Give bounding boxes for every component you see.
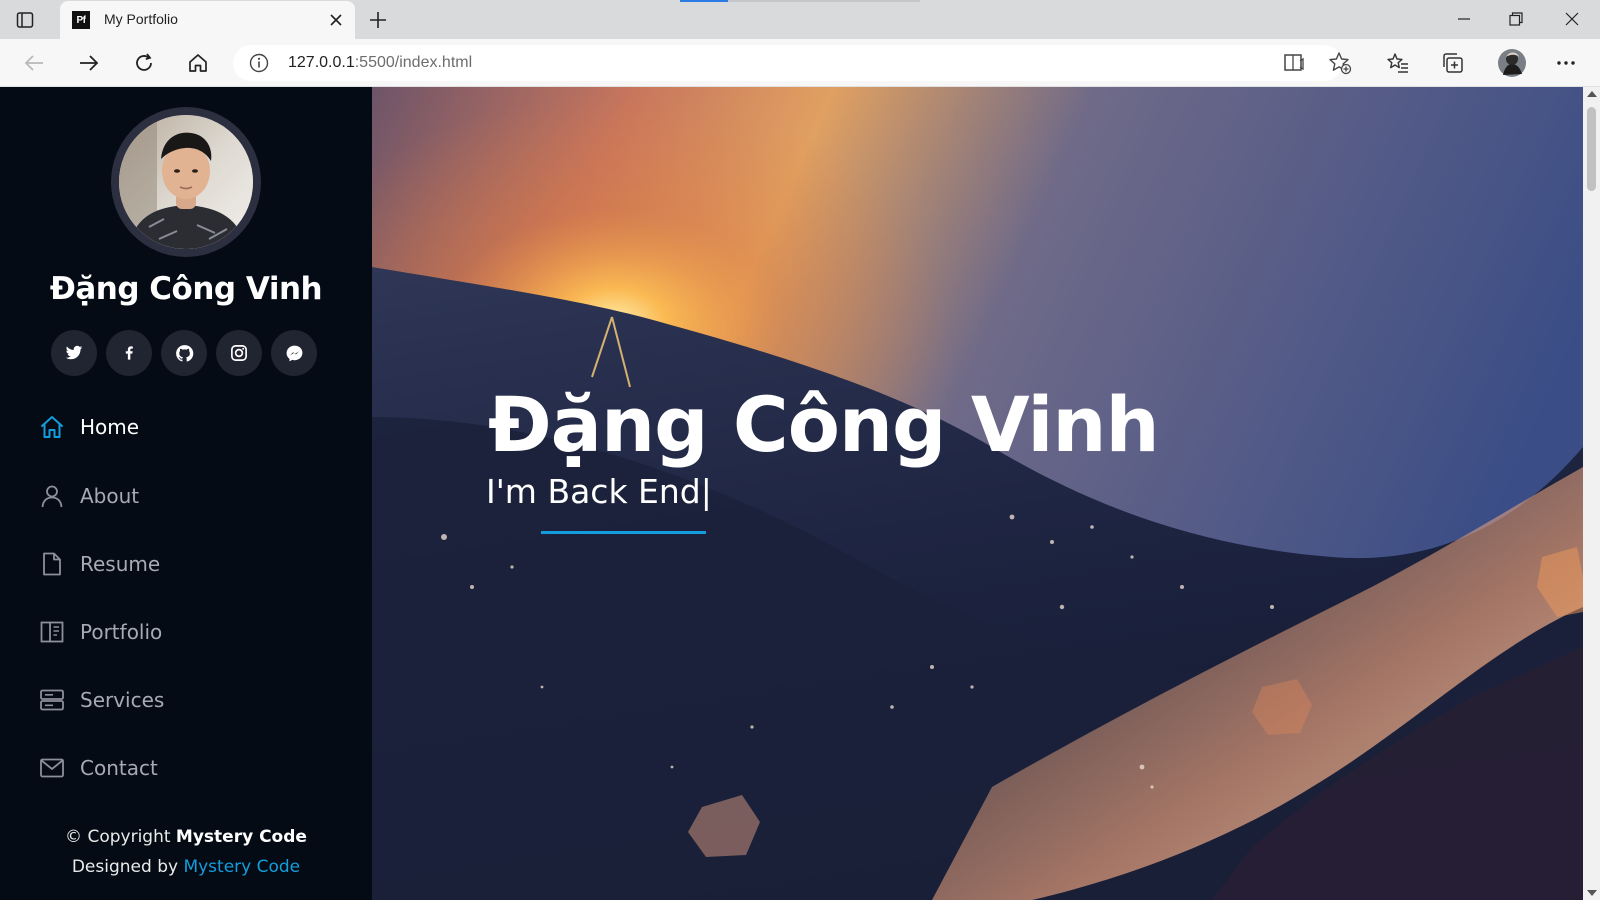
- immersive-reader-icon[interactable]: [1282, 50, 1308, 76]
- file-icon: [38, 550, 66, 578]
- url-path: :5500/index.html: [354, 54, 473, 71]
- scroll-up-arrow-icon[interactable]: [1587, 91, 1597, 97]
- sidebar-item-home[interactable]: Home: [38, 407, 139, 447]
- more-menu-icon[interactable]: [1553, 50, 1579, 76]
- instagram-link[interactable]: [216, 330, 262, 376]
- back-icon[interactable]: [21, 50, 47, 76]
- address-bar[interactable]: 127.0.0.1:5500/index.html: [233, 45, 1342, 81]
- profile-photo: [119, 115, 253, 249]
- url-host: 127.0.0.1: [288, 54, 355, 71]
- hero-title: Đặng Công Vinh: [488, 380, 1160, 469]
- scroll-thumb[interactable]: [1587, 107, 1596, 191]
- social-links: [51, 330, 317, 376]
- sidebar-item-about[interactable]: About: [38, 476, 139, 516]
- facebook-icon: [125, 346, 133, 360]
- browser-tab-strip: Pf My Portfolio: [0, 0, 1600, 39]
- profile-avatar[interactable]: [1496, 47, 1528, 79]
- tab-actions-icon[interactable]: [14, 9, 36, 31]
- sidebar: Đặng Công Vinh Home About Resume Portfol…: [0, 87, 372, 900]
- github-icon: [175, 344, 193, 362]
- sidebar-item-resume[interactable]: Resume: [38, 544, 160, 584]
- typed-cursor: |: [700, 472, 712, 511]
- tab-favicon: Pf: [72, 11, 90, 29]
- url-text[interactable]: 127.0.0.1:5500/index.html: [288, 54, 472, 72]
- sidebar-item-services[interactable]: Services: [38, 680, 164, 720]
- sidebar-item-label: Contact: [80, 756, 158, 780]
- minimize-icon[interactable]: [1453, 8, 1475, 30]
- sidebar-item-label: About: [80, 484, 140, 508]
- messenger-icon: [286, 345, 302, 361]
- twitter-icon: [65, 345, 83, 360]
- new-tab-button[interactable]: [366, 8, 390, 32]
- sidebar-item-label: Portfolio: [80, 620, 163, 644]
- reload-icon[interactable]: [131, 50, 157, 76]
- forward-icon[interactable]: [76, 50, 102, 76]
- instagram-icon: [231, 345, 247, 361]
- copyright-line: © Copyright Mystery Code: [0, 822, 372, 852]
- hero-section: Đặng Công Vinh I'm Back End|: [372, 87, 1583, 900]
- tab-title: My Portfolio: [104, 11, 178, 27]
- sidebar-item-label: Resume: [80, 552, 161, 576]
- messenger-link[interactable]: [271, 330, 317, 376]
- twitter-link[interactable]: [51, 330, 97, 376]
- sidebar-item-label: Services: [80, 688, 165, 712]
- sidebar-item-label: Home: [80, 415, 140, 439]
- copyright-brand: Mystery Code: [175, 827, 307, 847]
- facebook-link[interactable]: [106, 330, 152, 376]
- hero-subtitle: I'm Back End|: [486, 472, 712, 511]
- restore-icon[interactable]: [1505, 8, 1527, 30]
- collections-icon[interactable]: [1440, 50, 1466, 76]
- github-link[interactable]: [161, 330, 207, 376]
- sidebar-footer: © Copyright Mystery Code Designed by Mys…: [0, 822, 372, 882]
- credits-line: Designed by Mystery Code: [0, 852, 372, 882]
- browser-toolbar: 127.0.0.1:5500/index.html: [0, 39, 1600, 87]
- browser-tab[interactable]: Pf My Portfolio: [60, 1, 355, 39]
- scroll-down-arrow-icon[interactable]: [1587, 890, 1597, 896]
- page-scrollbar[interactable]: [1583, 87, 1600, 900]
- book-icon: [38, 618, 66, 646]
- designed-by-prefix: Designed by: [71, 857, 184, 877]
- info-icon[interactable]: [249, 53, 269, 73]
- envelope-icon: [38, 754, 66, 782]
- copyright-prefix: © Copyright: [65, 827, 176, 847]
- close-icon[interactable]: [327, 11, 345, 29]
- sidebar-item-portfolio[interactable]: Portfolio: [38, 612, 162, 652]
- page-viewport: Đặng Công Vinh Home About Resume Portfol…: [0, 87, 1600, 900]
- window-close-icon[interactable]: [1561, 8, 1583, 30]
- typed-text: I'm Back End: [486, 472, 701, 511]
- sidebar-item-contact[interactable]: Contact: [38, 748, 158, 788]
- add-favorite-icon[interactable]: [1327, 50, 1353, 76]
- home-browser-icon[interactable]: [185, 50, 211, 76]
- user-icon: [38, 482, 66, 510]
- profile-avatar-ring: [111, 107, 261, 257]
- typed-text-underline: [541, 531, 706, 534]
- home-icon: [38, 413, 66, 441]
- loading-progress: [680, 0, 920, 2]
- server-icon: [38, 686, 66, 714]
- designer-link[interactable]: Mystery Code: [183, 857, 300, 877]
- favorites-icon[interactable]: [1385, 50, 1411, 76]
- profile-name: Đặng Công Vinh: [49, 271, 323, 307]
